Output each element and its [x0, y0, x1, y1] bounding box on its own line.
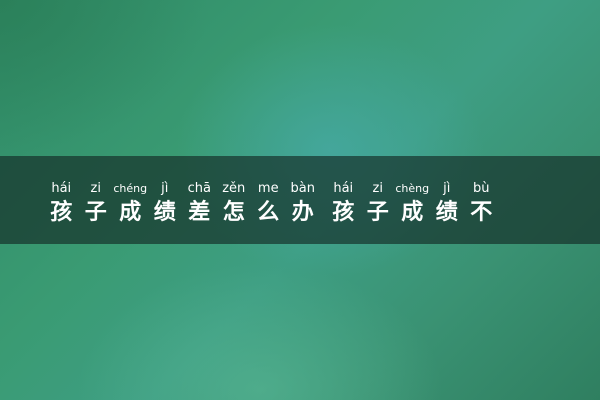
title-line: hái 孩 zi 子 chéng 成 jì 绩 chā 差 zěn 怎 me 么 bàn 办 hái 孩 zi 子 ch… — [0, 182, 600, 227]
hanzi: 成 — [401, 200, 424, 225]
hanzi: 子 — [366, 200, 389, 225]
title-char: bù 不 — [464, 182, 499, 227]
hanzi: 么 — [257, 200, 280, 225]
pinyin: bù — [473, 181, 490, 196]
hanzi: 不 — [470, 200, 493, 225]
hanzi: 绩 — [435, 200, 458, 225]
hanzi: 孩 — [332, 200, 355, 225]
hanzi: 成 — [119, 200, 142, 225]
hanzi: 办 — [291, 200, 314, 225]
hanzi: 绩 — [153, 200, 176, 225]
hanzi: 孩 — [50, 200, 73, 225]
hanzi: 差 — [188, 200, 211, 225]
title-char: bàn 办 — [286, 182, 321, 227]
hanzi: 子 — [84, 200, 107, 225]
hanzi: 怎 — [222, 200, 245, 225]
title-banner: hái 孩 zi 子 chéng 成 jì 绩 chā 差 zěn 怎 me 么 bàn 办 hái 孩 zi 子 ch… — [0, 156, 600, 244]
